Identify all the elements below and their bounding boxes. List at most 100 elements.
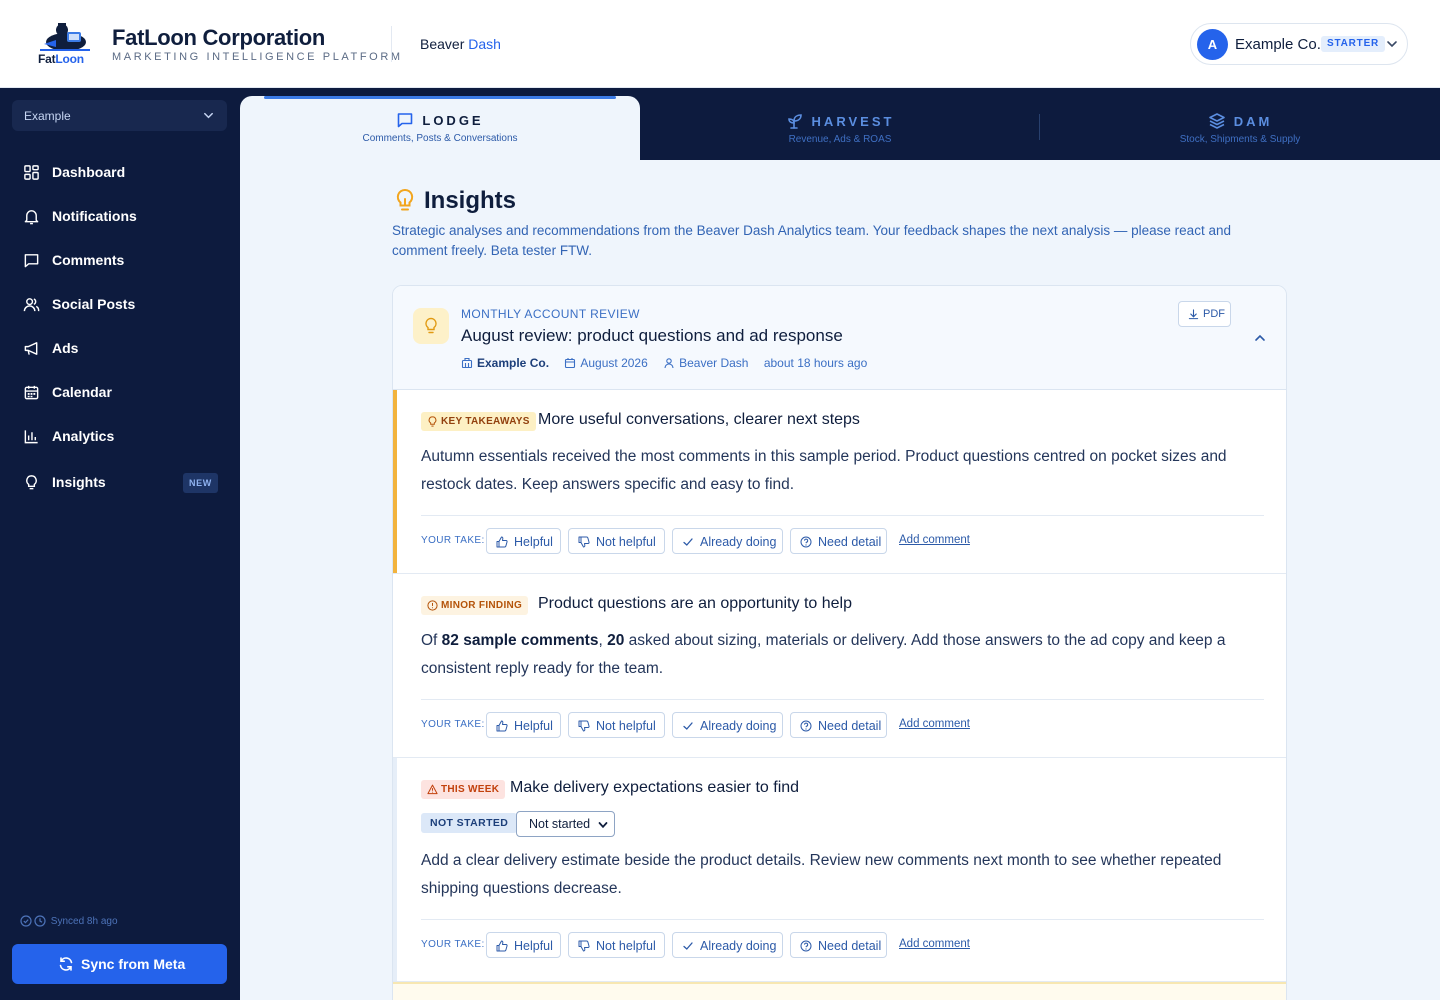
tab-label: DAM [1233,114,1273,129]
sidebar-item-label: Notifications [52,208,137,224]
your-take-label: YOUR TAKE: [421,719,485,730]
not-helpful-button[interactable]: Not helpful [568,528,665,554]
sidebar-item-ads[interactable]: Ads [12,330,227,366]
check-clock-icon [20,915,46,927]
header-divider [391,26,392,62]
report-author: Beaver Dash [679,355,749,370]
logo-wordmark: FatLoon [38,52,84,66]
not-helpful-button[interactable]: Not helpful [568,712,665,738]
sidebar-item-dashboard[interactable]: Dashboard [12,154,227,190]
already-doing-button[interactable]: Already doing [672,712,783,738]
calendar-icon [24,385,39,400]
fatloon-logo[interactable]: FatLoon [36,20,94,68]
feedback-row: YOUR TAKE: Helpful Not helpful Already d… [421,712,1261,738]
top-header: FatLoon FatLoon Corporation MARKETING IN… [0,0,1440,88]
add-comment-link[interactable]: Add comment [899,938,970,950]
check-icon [683,538,693,546]
tag-key-takeaways: KEY TAKEAWAYS [421,412,536,431]
sidebar-item-label: Dashboard [52,164,126,180]
section-body: Add a clear delivery estimate beside the… [421,852,1222,897]
loon-mascot-icon [40,23,90,51]
helpful-button[interactable]: Helpful [486,528,561,554]
need-detail-button[interactable]: Need detail [790,712,887,738]
report-title: August review: product questions and ad … [461,326,843,345]
building-icon [461,357,473,368]
sidebar: Example Dashboard Notifications Comments… [0,88,240,1000]
download-pdf-button[interactable]: PDF [1178,301,1231,327]
sidebar-item-label: Comments [52,252,125,268]
need-detail-button[interactable]: Need detail [790,932,887,958]
already-doing-button[interactable]: Already doing [672,932,783,958]
status-select[interactable]: Not started [516,811,615,837]
sync-status: Synced 8h ago [20,915,118,927]
already-doing-button[interactable]: Already doing [672,528,783,554]
helpful-button[interactable]: Helpful [486,712,561,738]
warning-triangle-icon [427,784,438,795]
not-helpful-button[interactable]: Not helpful [568,932,665,958]
need-detail-button[interactable]: Need detail [790,528,887,554]
lightbulb-icon [26,475,37,490]
add-comment-link[interactable]: Add comment [899,534,970,546]
user-icon [664,358,674,368]
tab-label: LODGE [422,113,484,128]
feedback-row: YOUR TAKE: Helpful Not helpful Already d… [421,932,1261,958]
chevron-up-icon[interactable] [1253,331,1267,345]
sidebar-item-label: Analytics [52,428,115,444]
refresh-icon [59,957,73,971]
thumbs-up-icon [496,720,508,732]
sidebar-item-insights[interactable]: Insights NEW [12,464,227,500]
sidebar-item-social-posts[interactable]: Social Posts [12,286,227,322]
page-description: Strategic analyses and recommendations f… [392,223,1231,258]
insight-section-this-week: THIS WEEK Make delivery expectations eas… [393,758,1286,982]
product-breadcrumb[interactable]: Beaver Dash [420,36,501,52]
report-meta: Example Co. August 2026 Beaver Dash abou… [461,355,867,370]
helpful-button[interactable]: Helpful [486,932,561,958]
report-company: Example Co. [477,355,550,370]
thumbs-down-icon [578,720,590,732]
thumbs-up-icon [496,536,508,548]
lightbulb-icon [428,416,437,427]
brand-subtitle: MARKETING INTELLIGENCE PLATFORM [112,51,403,63]
report-type: MONTHLY ACCOUNT REVIEW [461,307,640,321]
insight-section-finding: MINOR FINDING Product questions are an o… [393,574,1286,758]
account-name: Example Co. [1235,36,1321,53]
sidebar-item-comments[interactable]: Comments [12,242,227,278]
download-icon [1188,309,1199,320]
layers-icon [1208,113,1225,129]
sidebar-item-label: Calendar [52,384,112,400]
sidebar-item-label: Ads [52,340,79,356]
check-icon [683,722,693,730]
feedback-row: YOUR TAKE: Helpful Not helpful Already d… [421,528,1261,554]
sidebar-item-analytics[interactable]: Analytics [12,418,227,454]
section-body: Of 82 sample comments, 20 asked about si… [421,632,1226,677]
add-comment-link[interactable]: Add comment [899,718,970,730]
tab-harvest[interactable]: HARVEST Revenue, Ads & ROAS [640,88,1040,160]
active-tab-indicator [264,96,616,99]
tab-label: HARVEST [811,114,895,129]
your-take-label: YOUR TAKE: [421,939,485,950]
tag-this-week: THIS WEEK [421,780,506,799]
comment-icon [24,254,39,268]
tab-sublabel: Comments, Posts & Conversations [362,133,518,144]
account-switcher[interactable]: A Example Co. STARTER [1190,23,1408,65]
divider [421,699,1264,700]
avatar: A [1197,29,1228,60]
sidebar-item-calendar[interactable]: Calendar [12,374,227,410]
sidebar-item-notifications[interactable]: Notifications [12,198,227,234]
tab-dam[interactable]: DAM Stock, Shipments & Supply [1040,88,1440,160]
report-period: August 2026 [580,355,648,370]
section-accent [393,390,397,573]
workspace-label: Example [24,109,71,123]
section-body: Autumn essentials received the most comm… [421,448,1227,493]
report-card: MONTHLY ACCOUNT REVIEW August review: pr… [392,285,1287,1000]
page-title: Insights [424,187,517,214]
tab-lodge[interactable]: LODGE Comments, Posts & Conversations [240,96,640,160]
plan-badge: STARTER [1321,36,1386,52]
sync-from-meta-button[interactable]: Sync from Meta [12,944,227,984]
dashboard-icon [24,165,39,180]
report-header[interactable]: MONTHLY ACCOUNT REVIEW August review: pr… [393,286,1286,390]
workspace-select[interactable]: Example [12,100,227,131]
next-insight-section [393,982,1286,1000]
divider [421,919,1264,920]
calendar-icon [565,357,576,368]
